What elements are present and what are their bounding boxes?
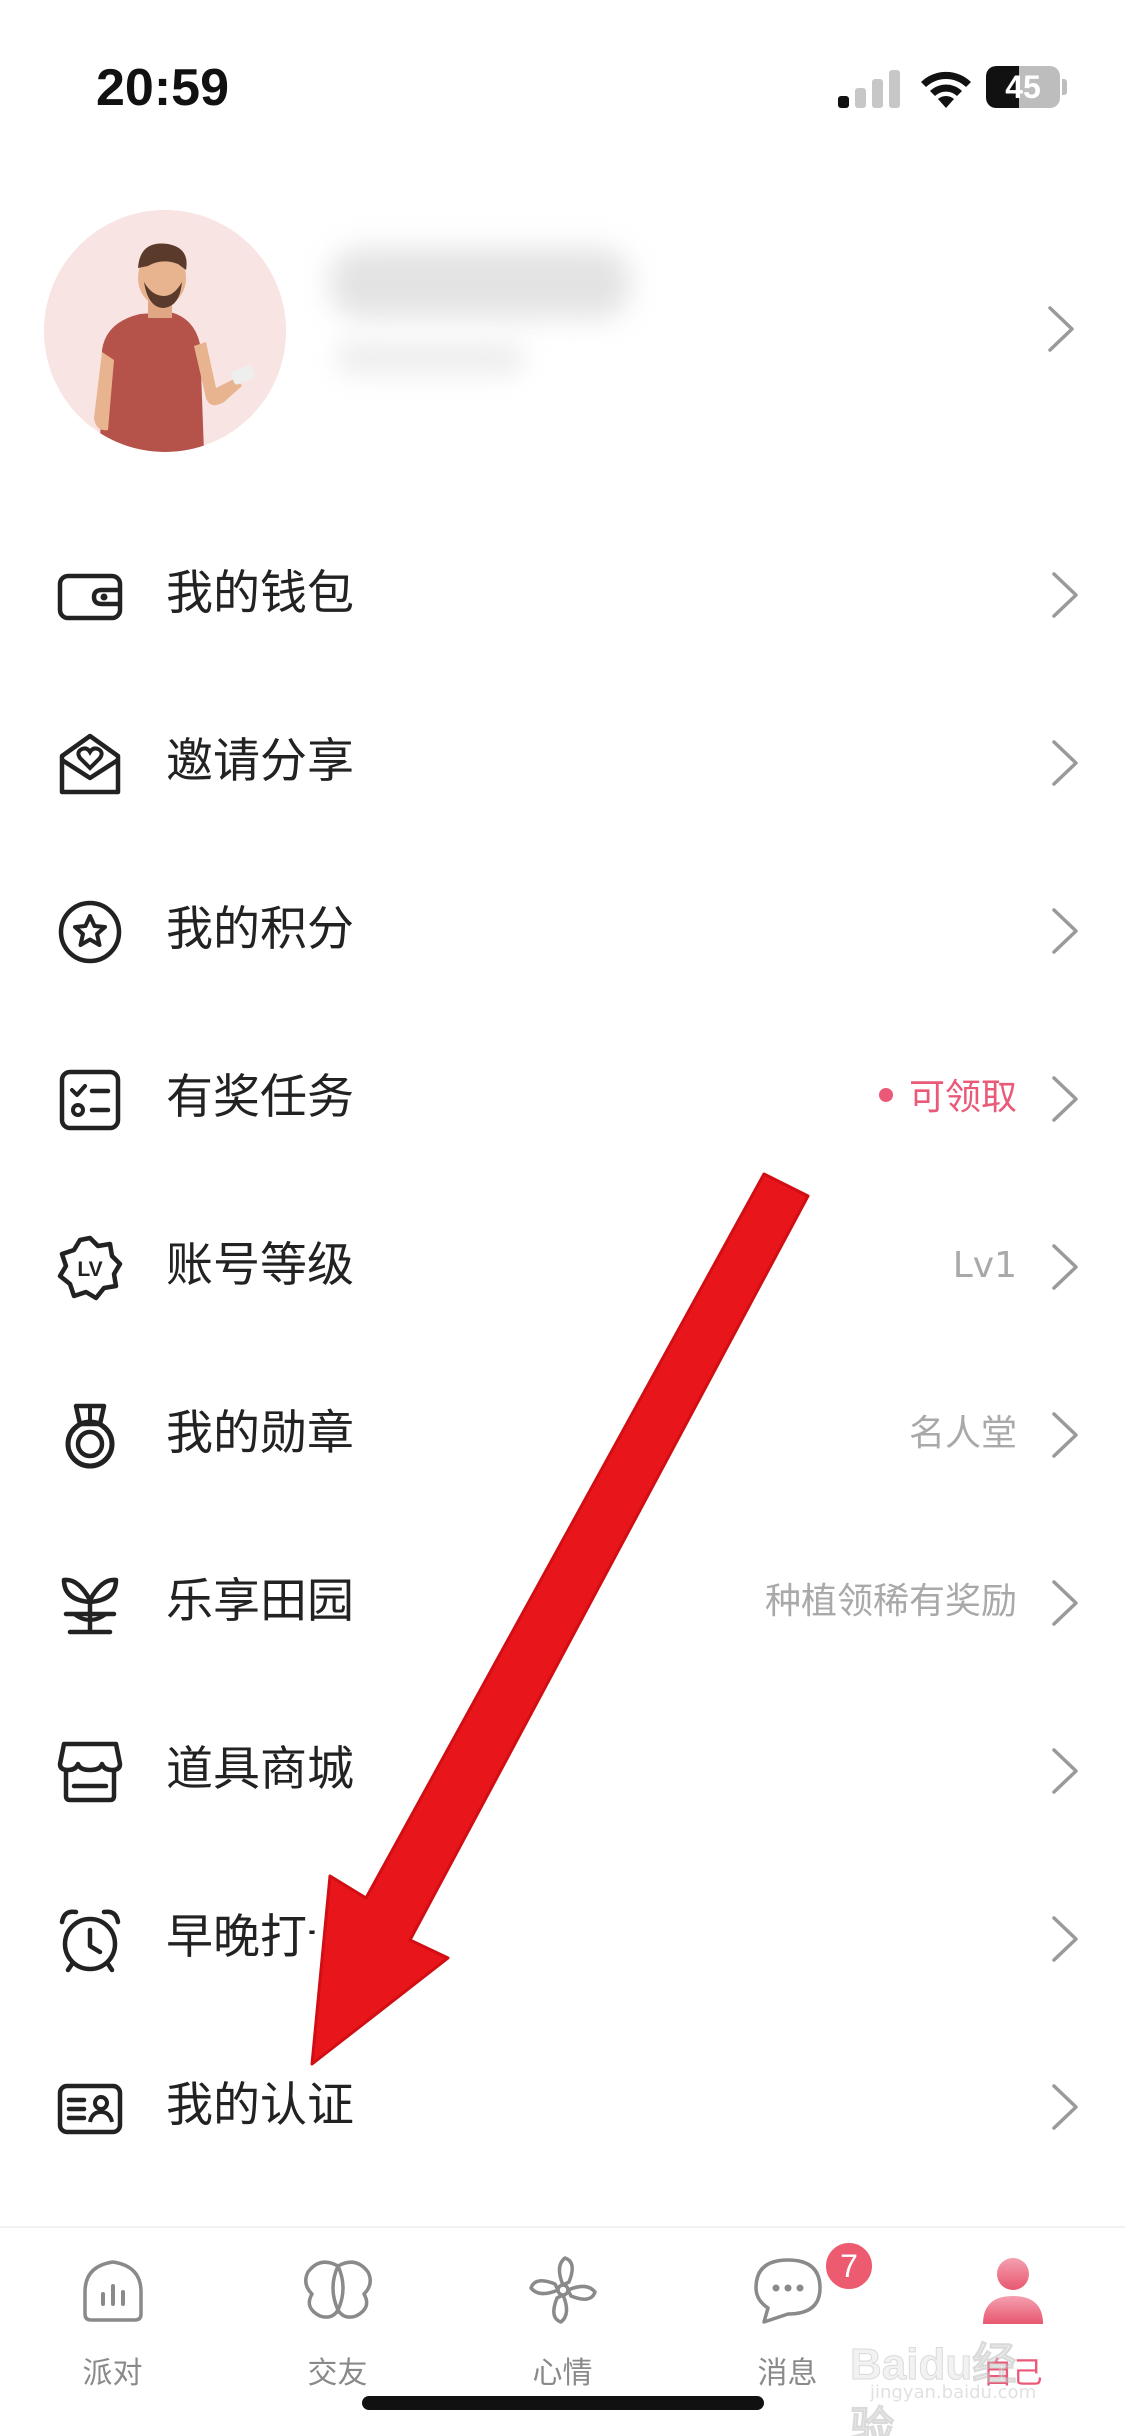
user-id-blurred: [335, 340, 525, 376]
profile-person-icon: [983, 2258, 1043, 2324]
wallet-icon: [57, 573, 123, 621]
chevron-right-icon: [1052, 1916, 1078, 1962]
alarm-clock-icon: [59, 1909, 121, 1973]
menu-item-wallet[interactable]: 我的钱包: [0, 510, 1125, 678]
home-indicator[interactable]: [362, 2396, 764, 2410]
chevron-right-icon: [1052, 1748, 1078, 1794]
avatar[interactable]: [44, 210, 286, 452]
tab-label: 派对: [82, 2356, 143, 2391]
sprout-icon: [61, 1577, 119, 1635]
menu-item-invite-share[interactable]: 邀请分享: [0, 678, 1125, 846]
status-bar: 20:59 45: [0, 0, 1125, 160]
chevron-right-icon: [1052, 740, 1078, 786]
watermark: Baidu经验 jingyan.baidu.com: [850, 2318, 1050, 2436]
chevron-right-icon: [1052, 1580, 1078, 1626]
menu-item-check-in[interactable]: 早晚打卡: [0, 1854, 1125, 2022]
menu-value: 种植领稀有奖励: [764, 1581, 1017, 1622]
menu-label: 我的勋章: [166, 1406, 354, 1461]
store-icon: [57, 1741, 123, 1803]
menu-value: Lv1: [952, 1245, 1017, 1286]
chevron-right-icon: [1052, 908, 1078, 954]
invite-envelope-icon: [59, 733, 121, 795]
menu-label: 我的认证: [166, 2078, 354, 2133]
chevron-right-icon: [1048, 306, 1074, 352]
task-checklist-icon: [59, 1069, 121, 1131]
chevron-right-icon: [1052, 572, 1078, 618]
status-time: 20:59: [96, 59, 229, 117]
menu-item-verification[interactable]: 我的认证: [0, 2022, 1125, 2190]
avatar-illustration: [44, 210, 286, 452]
party-chart-icon: [83, 2260, 143, 2322]
tab-friends[interactable]: 交友: [225, 2252, 450, 2402]
chevron-right-icon: [1052, 2084, 1078, 2130]
menu-label: 乐享田园: [166, 1574, 354, 1629]
id-card-icon: [57, 2083, 123, 2135]
menu-item-reward-tasks[interactable]: 有奖任务 可领取: [0, 1014, 1125, 1182]
menu-label: 我的钱包: [166, 566, 354, 621]
menu-item-item-store[interactable]: 道具商城: [0, 1686, 1125, 1854]
svg-text:LV: LV: [77, 1258, 102, 1281]
menu-label: 我的积分: [166, 902, 354, 957]
battery-percent: 45: [1005, 69, 1041, 105]
message-bubble-icon: [754, 2258, 822, 2324]
notification-dot: [878, 1088, 893, 1102]
tab-label: 心情: [532, 2356, 593, 2391]
menu-label: 道具商城: [166, 1742, 354, 1797]
unread-badge: 7: [823, 2240, 875, 2292]
pinwheel-icon: [529, 2256, 597, 2324]
menu-label: 邀请分享: [166, 734, 354, 789]
chevron-right-icon: [1052, 1076, 1078, 1122]
chevron-right-icon: [1052, 1244, 1078, 1290]
level-badge-icon: LV: [57, 1235, 123, 1301]
watermark-url: jingyan.baidu.com: [870, 2382, 1037, 2403]
menu-label: 早晚打卡: [166, 1910, 354, 1965]
menu-label: 有奖任务: [166, 1070, 354, 1125]
menu-value-text: 可领取: [908, 1077, 1017, 1118]
claimable-status: 可领取: [878, 1014, 1017, 1182]
wifi-icon: [921, 71, 971, 108]
star-circle-icon: [58, 900, 122, 964]
menu-item-garden[interactable]: 乐享田园 种植领稀有奖励: [0, 1518, 1125, 1686]
menu-value: 名人堂: [908, 1413, 1017, 1454]
battery-indicator: 45: [986, 66, 1067, 108]
tab-mood[interactable]: 心情: [450, 2252, 675, 2402]
menu-item-account-level[interactable]: LV 账号等级 Lv1: [0, 1182, 1125, 1350]
menu-label: 账号等级: [166, 1238, 354, 1293]
profile-header[interactable]: [0, 200, 1125, 470]
tab-party[interactable]: 派对: [0, 2252, 225, 2402]
nickname-blurred: [330, 248, 630, 318]
tab-label: 交友: [307, 2356, 368, 2391]
settings-menu: 我的钱包 邀请分享 我的积分 有奖任务 可领取 LV 账号等级 Lv1 我的勋章…: [0, 510, 1125, 2190]
menu-item-medals[interactable]: 我的勋章 名人堂: [0, 1350, 1125, 1518]
medal-icon: [65, 1403, 115, 1469]
friends-icon: [304, 2260, 372, 2319]
chevron-right-icon: [1052, 1412, 1078, 1458]
menu-item-points[interactable]: 我的积分: [0, 846, 1125, 1014]
cellular-signal-icon: [838, 70, 900, 108]
